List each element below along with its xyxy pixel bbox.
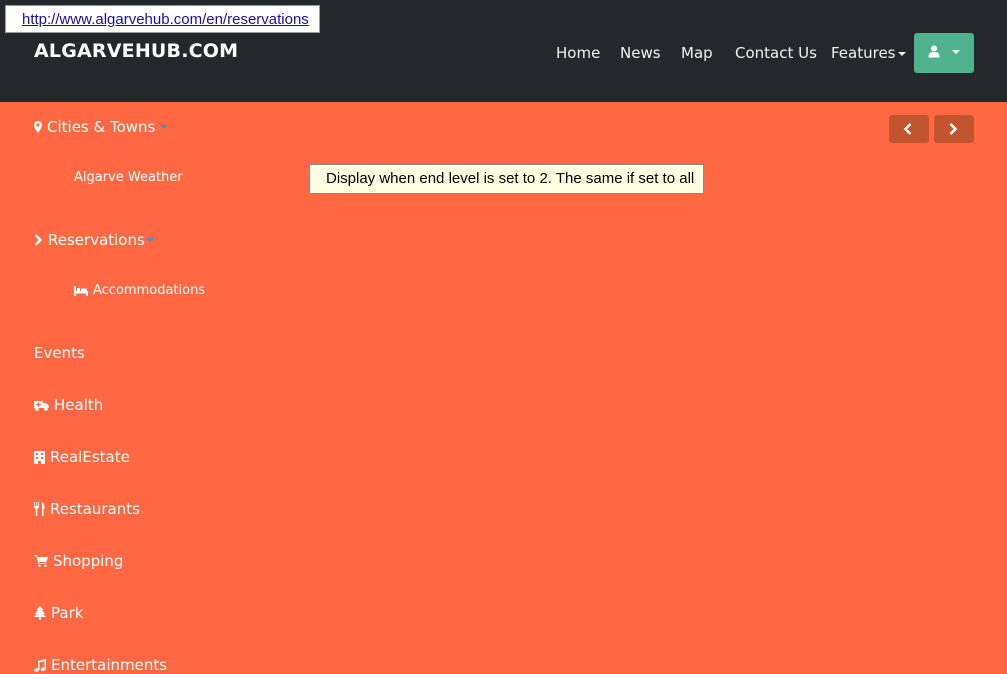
prev-button[interactable] [889,115,929,143]
menu-health[interactable]: Health [34,396,103,414]
menu-accommodations-label: Accommodations [93,283,206,298]
chevron-right-icon [34,234,43,246]
menu-shopping[interactable]: Shopping [34,552,123,570]
menu-realestate-label: RealEstate [50,448,130,466]
menu-restaurants-label: Restaurants [50,500,140,518]
status-url-tooltip: http://www.algarvehub.com/en/reservation… [5,5,320,33]
caret-down-icon [145,238,154,242]
nav-features[interactable]: Features [831,44,906,62]
nav-news[interactable]: News [620,44,661,62]
brand-logo[interactable]: ALGARVEHUB.COM [34,40,238,62]
menu-park[interactable]: Park [34,604,83,622]
shopping-cart-icon [34,555,48,567]
ambulance-icon [34,401,49,411]
tree-icon [34,606,46,620]
nav-contact-us[interactable]: Contact Us [735,44,817,62]
menu-tooltip: Display when end level is set to 2. The … [309,164,704,194]
menu-health-label: Health [54,396,104,414]
building-icon [34,450,45,464]
caret-down-icon [160,125,169,129]
chevron-right-icon [949,123,958,135]
menu-events[interactable]: Events [34,344,85,362]
menu-reservations[interactable]: Reservations [34,231,154,249]
caret-down-icon [897,51,906,56]
nav-home[interactable]: Home [556,44,600,62]
menu-realestate[interactable]: RealEstate [34,448,130,466]
menu-cities-towns[interactable]: Cities & Towns [34,118,169,136]
bed-icon [74,285,88,296]
nav-features-label: Features [831,44,896,62]
menu-restaurants[interactable]: Restaurants [34,500,140,518]
nav-map[interactable]: Map [681,44,713,62]
menu-entertainments[interactable]: Entertainments [34,656,167,674]
menu-reservations-label: Reservations [48,231,145,249]
user-menu-button[interactable] [914,33,974,73]
menu-algarve-weather[interactable]: Algarve Weather [74,170,183,185]
menu-entertainments-label: Entertainments [51,656,168,674]
music-icon [34,658,46,672]
user-icon [928,45,940,58]
cutlery-icon [34,502,45,516]
caret-down-icon [952,50,960,54]
chevron-left-icon [903,123,912,135]
menu-shopping-label: Shopping [53,552,124,570]
menu-park-label: Park [51,604,84,622]
menu-cities-towns-label: Cities & Towns [47,118,156,136]
menu-accommodations[interactable]: Accommodations [74,283,205,298]
map-marker-icon [34,121,42,133]
next-button[interactable] [934,115,974,143]
